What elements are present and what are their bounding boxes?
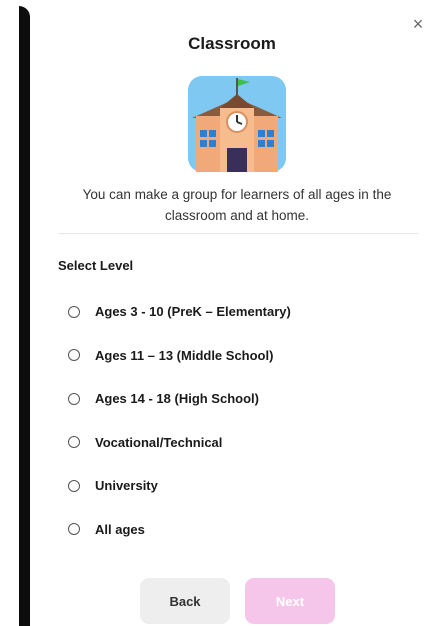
option-label: University — [95, 478, 158, 494]
option-label: Vocational/Technical — [95, 434, 223, 450]
option-label: Ages 11 – 13 (Middle School) — [95, 347, 274, 363]
option-label: All ages — [95, 521, 145, 537]
left-edge-bar — [0, 0, 30, 626]
school-building-icon — [188, 76, 286, 172]
select-level-label: Select Level — [58, 258, 134, 273]
level-options: Ages 3 - 10 (PreK – Elementary) Ages 11 … — [68, 290, 291, 551]
close-icon: × — [412, 13, 424, 34]
option-ages-14-18[interactable]: Ages 14 - 18 (High School) — [68, 377, 291, 421]
option-vocational[interactable]: Vocational/Technical — [68, 421, 291, 465]
close-button[interactable]: × — [408, 14, 428, 34]
option-label: Ages 14 - 18 (High School) — [95, 391, 259, 407]
next-button[interactable]: Next — [245, 578, 335, 624]
option-university[interactable]: University — [68, 464, 291, 508]
radio-button[interactable] — [68, 305, 80, 318]
radio-button[interactable] — [68, 392, 80, 405]
modal-title: Classroom — [188, 34, 276, 53]
modal-description: You can make a group for learners of all… — [82, 187, 392, 223]
radio-button[interactable] — [68, 436, 80, 449]
radio-button[interactable] — [68, 479, 80, 492]
option-ages-3-10[interactable]: Ages 3 - 10 (PreK – Elementary) — [68, 290, 291, 334]
back-button[interactable]: Back — [140, 578, 230, 624]
radio-button[interactable] — [68, 349, 80, 362]
option-label: Ages 3 - 10 (PreK – Elementary) — [95, 304, 291, 320]
option-ages-11-13[interactable]: Ages 11 – 13 (Middle School) — [68, 334, 291, 378]
radio-button[interactable] — [68, 523, 80, 536]
divider — [58, 233, 418, 234]
option-all-ages[interactable]: All ages — [68, 508, 291, 552]
